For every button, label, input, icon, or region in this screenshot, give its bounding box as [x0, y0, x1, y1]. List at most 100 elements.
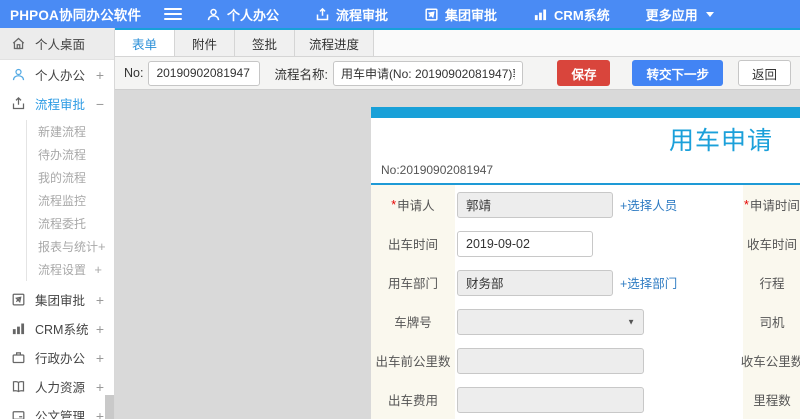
save-button[interactable]: 保存 [557, 60, 611, 86]
form-title: 用车申请 [668, 127, 773, 155]
topnav-personal-office[interactable]: 个人办公 [206, 5, 279, 24]
trip-cost-label: 出车费用 [371, 380, 455, 419]
select-department-link[interactable]: +选择部门 [620, 273, 677, 292]
submenu-item-workflow-monitor[interactable]: 流程监控 [27, 189, 114, 212]
form-row-applicant: * 申请人 +选择人员 * 申请时间 [371, 185, 800, 224]
select-caret-icon: ▼ [627, 317, 635, 326]
expand-icon[interactable]: + [96, 380, 104, 394]
applicant-input[interactable] [457, 191, 613, 218]
required-mark: * [391, 197, 397, 212]
select-person-link[interactable]: +选择人员 [620, 195, 677, 214]
sidebar-item-label: 流程审批 [35, 98, 86, 112]
expand-icon[interactable]: + [96, 409, 104, 419]
top-navigation: 个人办公 流程审批 集团审批 CRM系统 更多应用 [206, 5, 750, 24]
apply-time-label: * 申请时间 [743, 185, 800, 224]
workflow-name-input[interactable] [332, 60, 524, 86]
tab-attachments[interactable]: 附件 [175, 30, 235, 56]
user-icon [11, 67, 26, 82]
workflow-toolbar: No: 流程名称: 保存 转交下一步 返回 [115, 57, 800, 90]
sidebar-item-label: 人力资源 [35, 381, 86, 395]
topnav-label: 更多应用 [645, 7, 698, 23]
topnav-crm[interactable]: CRM系统 [533, 5, 610, 24]
submenu-label: 流程委托 [38, 217, 87, 231]
km-before-label: 出车前公里数 [371, 341, 455, 380]
submenu-item-my-workflow[interactable]: 我的流程 [27, 166, 114, 189]
submenu-label: 流程监控 [38, 194, 87, 208]
topnav-more-apps[interactable]: 更多应用 [646, 5, 714, 24]
workflow-name-label: 流程名称: [274, 67, 328, 82]
submenu-item-workflow-delegate[interactable]: 流程委托 [27, 212, 114, 235]
forward-next-step-button[interactable]: 转交下一步 [632, 60, 723, 86]
tab-label: 附件 [191, 37, 217, 52]
sidebar-item-admin-office[interactable]: 行政办公 + [0, 343, 114, 372]
upload-icon [11, 96, 26, 111]
topnav-workflow-approval[interactable]: 流程审批 [315, 5, 388, 24]
sidebar-item-workflow-approval[interactable]: 流程审批 − [0, 89, 114, 118]
expand-icon[interactable]: + [98, 239, 106, 254]
workflow-no-input[interactable] [148, 60, 261, 86]
tab-strip: 表单 附件 签批 流程进度 [115, 28, 800, 57]
expand-icon[interactable]: + [96, 322, 104, 336]
collapse-icon[interactable]: − [96, 97, 104, 111]
user-icon [206, 7, 221, 22]
submenu-label: 报表与统计 [38, 240, 99, 254]
sidebar-item-desktop[interactable]: 个人桌面 [0, 28, 114, 60]
submenu-item-pending-workflow[interactable]: 待办流程 [27, 143, 114, 166]
home-icon [11, 36, 26, 51]
topbar: PHPOA协同办公软件 个人办公 流程审批 集团审批 CRM系统 更多应用 [0, 0, 800, 28]
sidebar: 个人桌面 个人办公 + 流程审批 − 新建流程 待办流程 我的流程 流程监控 流… [0, 28, 115, 419]
topnav-group-approval[interactable]: 集团审批 [424, 5, 497, 24]
sidebar-item-label: 集团审批 [35, 294, 86, 308]
edit-icon [11, 292, 26, 307]
topnav-label: 流程审批 [336, 7, 389, 23]
form-number: No:20190902081947 [381, 163, 494, 177]
submenu-item-workflow-settings[interactable]: 流程设置 + [27, 258, 114, 281]
caret-down-icon [705, 11, 714, 17]
expand-icon[interactable]: + [96, 68, 104, 82]
required-mark: * [744, 197, 749, 212]
topnav-label: CRM系统 [554, 7, 610, 23]
trip-cost-input[interactable] [457, 386, 644, 413]
submenu-label: 待办流程 [38, 148, 87, 162]
tab-label: 流程进度 [309, 37, 360, 52]
form-row-departure-time: 出车时间 收车时间 [371, 224, 800, 263]
workflow-submenu: 新建流程 待办流程 我的流程 流程监控 流程委托 报表与统计 + 流程设置 + [26, 120, 114, 281]
tab-signoff[interactable]: 签批 [235, 30, 295, 56]
hamburger-icon[interactable] [164, 5, 182, 23]
return-time-label: 收车时间 [743, 224, 800, 263]
form-row-trip-cost: 出车费用 里程数 [371, 380, 800, 419]
upload-icon [315, 7, 330, 22]
departure-time-input[interactable] [457, 230, 593, 257]
expand-icon[interactable]: + [96, 293, 104, 307]
sidebar-item-personal-office[interactable]: 个人办公 + [0, 60, 114, 89]
tab-form[interactable]: 表单 [115, 30, 175, 56]
plate-number-label: 车牌号 [371, 302, 455, 341]
tab-label: 表单 [131, 37, 157, 52]
submenu-item-new-workflow[interactable]: 新建流程 [27, 120, 114, 143]
app-body: 个人桌面 个人办公 + 流程审批 − 新建流程 待办流程 我的流程 流程监控 流… [0, 28, 800, 419]
form-header-bar [371, 107, 800, 118]
departure-time-label: 出车时间 [371, 224, 455, 263]
sidebar-item-label: CRM系统 [35, 323, 89, 337]
plate-number-select[interactable]: ▼ [457, 308, 644, 335]
sidebar-item-crm[interactable]: CRM系统 + [0, 314, 114, 343]
expand-icon[interactable]: + [94, 262, 102, 277]
km-before-input[interactable] [457, 347, 644, 374]
back-button[interactable]: 返回 [737, 60, 791, 86]
no-label: No: [124, 66, 144, 80]
mileage-label: 里程数 [743, 380, 800, 419]
tab-workflow-progress[interactable]: 流程进度 [295, 30, 375, 56]
book-icon [11, 379, 26, 394]
expand-icon[interactable]: + [96, 351, 104, 365]
sidebar-item-hr[interactable]: 人力资源 + [0, 372, 114, 401]
driver-label: 司机 [743, 302, 800, 341]
sidebar-item-documents[interactable]: 公文管理 + [0, 401, 114, 419]
topnav-label: 个人办公 [227, 7, 280, 23]
sidebar-scrollbar-thumb[interactable] [105, 395, 114, 419]
submenu-label: 我的流程 [38, 171, 87, 185]
sidebar-item-group-approval[interactable]: 集团审批 + [0, 285, 114, 314]
department-input[interactable] [457, 269, 613, 296]
form-row-plate-number: 车牌号 ▼ 司机 [371, 302, 800, 341]
form-row-km-before: 出车前公里数 收车公里数 [371, 341, 800, 380]
submenu-item-reports-stats[interactable]: 报表与统计 + [27, 235, 114, 258]
